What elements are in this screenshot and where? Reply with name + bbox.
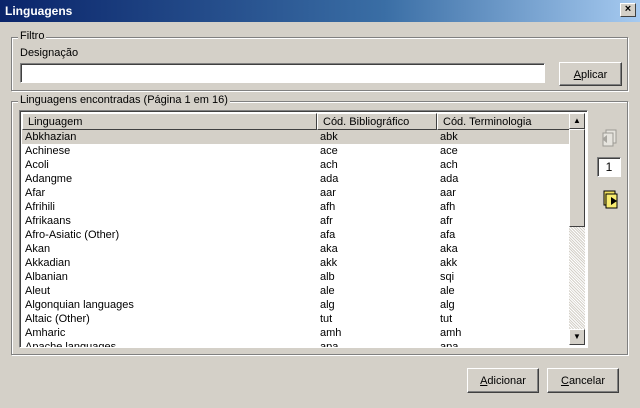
table-row[interactable]: Algonquian languages alg alg	[22, 298, 570, 312]
bibliographic-code-cell: aka	[320, 243, 338, 255]
table-row[interactable]: Acoli ach ach	[22, 158, 570, 172]
terminology-code-cell: alg	[440, 299, 455, 311]
terminology-code-cell: aar	[440, 187, 456, 199]
vertical-scrollbar[interactable]: ▲ ▼	[569, 113, 585, 345]
terminology-code-cell: abk	[440, 131, 458, 143]
language-cell: Aleut	[25, 285, 51, 297]
bibliographic-code-cell: ach	[320, 159, 338, 171]
table-row[interactable]: Altaic (Other) tut tut	[22, 312, 570, 326]
bibliographic-code-cell: akk	[320, 257, 338, 269]
table-row[interactable]: Albanian alb sqi	[22, 270, 570, 284]
list-rows: Abkhazian abk abk Achinese ace ace Acoli ach ach…	[22, 130, 570, 348]
bibliographic-code-cell: afh	[320, 201, 336, 213]
bibliographic-code-cell: abk	[320, 131, 338, 143]
terminology-code-cell: afr	[440, 215, 453, 227]
table-row[interactable]: Achinese ace ace	[22, 144, 570, 158]
column-header-terminology-code[interactable]: Cód. Terminologia	[437, 113, 570, 130]
column-header-language[interactable]: Linguagem	[22, 113, 317, 130]
terminology-code-cell: afh	[440, 201, 456, 213]
add-button-label: Adicionar	[480, 375, 526, 387]
language-cell: Apache languages	[25, 341, 117, 348]
table-row[interactable]: Afar aar aar	[22, 186, 570, 200]
terminology-code-cell: akk	[440, 257, 458, 269]
designation-input[interactable]	[20, 63, 545, 83]
title-bar: Linguagens ×	[0, 0, 640, 22]
table-row[interactable]: Abkhazian abk abk	[22, 130, 570, 144]
language-cell: Afro-Asiatic (Other)	[25, 229, 120, 241]
table-row[interactable]: Akan aka aka	[22, 242, 570, 256]
cancel-button-label: Cancelar	[560, 375, 606, 387]
terminology-code-cell: amh	[440, 327, 462, 339]
language-cell: Achinese	[25, 145, 71, 157]
previous-page-button[interactable]	[599, 127, 621, 149]
bibliographic-code-cell: ace	[320, 145, 338, 157]
designation-label: Designação	[20, 47, 79, 59]
scroll-up-button[interactable]: ▲	[569, 113, 585, 129]
bibliographic-code-cell: ada	[320, 173, 339, 185]
table-row[interactable]: Afrihili afh afh	[22, 200, 570, 214]
add-button[interactable]: Adicionar	[467, 368, 539, 393]
next-page-button[interactable]	[599, 188, 621, 210]
language-cell: Akkadian	[25, 257, 71, 269]
language-cell: Abkhazian	[25, 131, 77, 143]
terminology-code-cell: sqi	[440, 271, 455, 283]
close-button[interactable]: ×	[620, 3, 636, 17]
table-row[interactable]: Afrikaans afr afr	[22, 214, 570, 228]
terminology-code-cell: ace	[440, 145, 458, 157]
terminology-code-cell: tut	[440, 313, 453, 325]
filter-group: Filtro Designação Aplicar	[11, 30, 628, 91]
language-cell: Acoli	[25, 159, 49, 171]
language-cell: Afrihili	[25, 201, 55, 213]
table-row[interactable]: Akkadian akk akk	[22, 256, 570, 270]
terminology-code-cell: ada	[440, 173, 459, 185]
language-cell: Afrikaans	[25, 215, 71, 227]
table-row[interactable]: Amharic amh amh	[22, 326, 570, 340]
bibliographic-code-cell: afa	[320, 229, 336, 241]
language-cell: Amharic	[25, 327, 66, 339]
bibliographic-code-cell: afr	[320, 215, 333, 227]
bibliographic-code-cell: ale	[320, 285, 335, 297]
language-cell: Algonquian languages	[25, 299, 134, 311]
cancel-button[interactable]: Cancelar	[547, 368, 619, 393]
bibliographic-code-cell: aar	[320, 187, 336, 199]
terminology-code-cell: aka	[440, 243, 458, 255]
terminology-code-cell: ach	[440, 159, 458, 171]
terminology-code-cell: apa	[440, 341, 459, 348]
bibliographic-code-cell: apa	[320, 341, 339, 348]
terminology-code-cell: ale	[440, 285, 455, 297]
scroll-up-arrow-icon: ▲	[573, 116, 581, 125]
filter-group-label: Filtro	[18, 30, 47, 42]
languages-list[interactable]: Linguagem Cód. Bibliográfico Cód. Termin…	[19, 110, 588, 348]
close-icon: ×	[624, 3, 632, 15]
scroll-thumb[interactable]	[569, 129, 585, 227]
scroll-down-arrow-icon: ▼	[573, 332, 581, 341]
list-header: Linguagem Cód. Bibliográfico Cód. Termin…	[22, 113, 570, 130]
apply-button[interactable]: Aplicar	[559, 62, 622, 86]
scroll-down-button[interactable]: ▼	[569, 329, 585, 345]
bibliographic-code-cell: tut	[320, 313, 333, 325]
table-row[interactable]: Aleut ale ale	[22, 284, 570, 298]
language-cell: Altaic (Other)	[25, 313, 90, 325]
results-group-label: Linguagens encontradas (Página 1 em 16)	[18, 94, 230, 106]
current-page-field[interactable]: 1	[597, 157, 621, 177]
bibliographic-code-cell: alb	[320, 271, 335, 283]
table-row[interactable]: Apache languages apa apa	[22, 340, 570, 348]
apply-button-label: Aplicar	[573, 69, 608, 81]
column-header-bibliographic-code[interactable]: Cód. Bibliográfico	[317, 113, 437, 130]
table-row[interactable]: Adangme ada ada	[22, 172, 570, 186]
bibliographic-code-cell: amh	[320, 327, 342, 339]
language-cell: Adangme	[25, 173, 73, 185]
language-cell: Akan	[25, 243, 51, 255]
bibliographic-code-cell: alg	[320, 299, 335, 311]
next-page-icon	[603, 190, 618, 209]
language-cell: Albanian	[25, 271, 68, 283]
previous-page-icon	[602, 129, 617, 147]
window-title: Linguagens	[5, 4, 73, 18]
terminology-code-cell: afa	[440, 229, 456, 241]
language-cell: Afar	[25, 187, 46, 199]
table-row[interactable]: Afro-Asiatic (Other) afa afa	[22, 228, 570, 242]
